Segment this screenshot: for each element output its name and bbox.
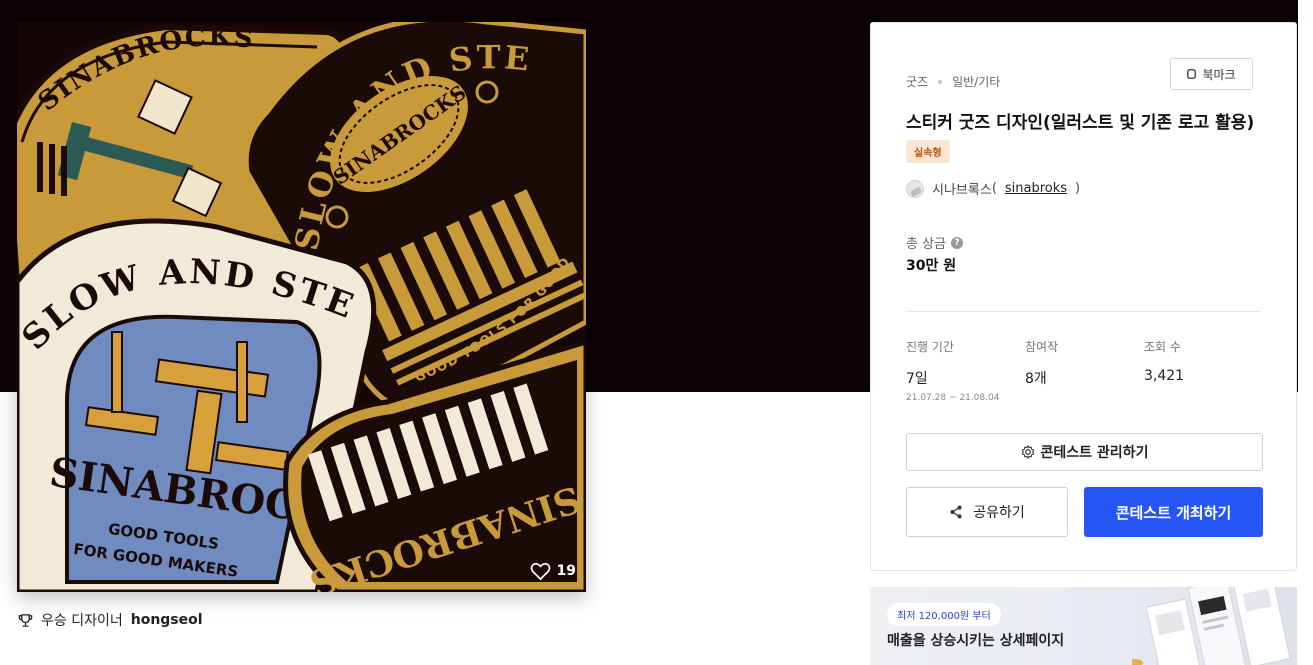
share-label: 공유하기 <box>973 505 1025 521</box>
bookmark-label: 북마크 <box>1202 67 1236 82</box>
heart-icon <box>530 562 550 580</box>
promo-price-pill: 최저 120,000원 부터 <box>887 603 1001 626</box>
share-button[interactable]: 공유하기 <box>906 487 1068 537</box>
stat-value: 3,421 <box>1144 368 1185 384</box>
trophy-icon <box>18 613 33 627</box>
like-button[interactable]: 19 <box>530 562 576 580</box>
stat-views: 조회 수 3,421 <box>1144 338 1184 384</box>
share-icon <box>950 505 962 519</box>
bookmark-button[interactable]: 북마크 <box>1170 58 1253 90</box>
bookmark-icon <box>1187 69 1197 79</box>
promo-banner[interactable]: 최저 120,000원 부터 매출을 상승시키는 상세페이지 <box>870 587 1297 665</box>
host-info: 시나브록스(sinabroks) <box>906 179 1080 198</box>
winner-name[interactable]: hongseol <box>131 612 203 628</box>
stat-date-range: 21.07.28 ~ 21.08.04 <box>906 393 1000 403</box>
stat-value: 7일 <box>906 371 928 387</box>
host-contest-button[interactable]: 콘테스트 개최하기 <box>1084 487 1263 537</box>
detail-page-mockup-image <box>1132 587 1291 665</box>
breadcrumb: 굿즈 일반/기타 <box>906 73 1000 90</box>
plan-badge: 실속형 <box>906 140 950 163</box>
help-icon[interactable]: ? <box>951 236 964 249</box>
sticker-artwork: SINABROCKS SLOW AND STEADY S <box>17 22 586 592</box>
like-count: 19 <box>556 563 576 579</box>
prize-value: 30만 원 <box>906 258 957 274</box>
promo-text: 매출을 상승시키는 상세페이지 <box>887 633 1065 649</box>
winner-line: 우승 디자이너 hongseol <box>18 610 203 630</box>
manage-contest-button[interactable]: 콘테스트 관리하기 <box>906 433 1263 471</box>
stat-label: 참여작 <box>1025 340 1059 354</box>
breadcrumb-separator <box>938 79 943 84</box>
prize-label: 총 상금 ? <box>906 233 964 252</box>
breadcrumb-subcategory[interactable]: 일반/기타 <box>952 73 1000 90</box>
contest-title: 스티커 굿즈 디자인(일러스트 및 기존 로고 활용) <box>906 113 1255 133</box>
gear-icon <box>1021 445 1034 459</box>
host-name: 시나브록스 <box>932 183 992 198</box>
winner-label: 우승 디자이너 <box>41 613 123 629</box>
host-id-link[interactable]: sinabroks <box>1005 181 1067 196</box>
stat-period: 진행 기간 7일 21.07.28 ~ 21.08.04 <box>906 338 999 403</box>
prize-label-text: 총 상금 <box>906 237 947 252</box>
contest-info-panel: 굿즈 일반/기타 북마크 스티커 굿즈 디자인(일러스트 및 기존 로고 활용)… <box>870 22 1297 571</box>
divider <box>906 311 1261 312</box>
stat-value: 8개 <box>1025 371 1047 387</box>
manage-contest-label: 콘테스트 관리하기 <box>1040 445 1149 461</box>
hero-image[interactable]: SINABROCKS SLOW AND STEADY S <box>17 22 586 592</box>
breadcrumb-category[interactable]: 굿즈 <box>906 73 928 90</box>
stat-label: 조회 수 <box>1144 340 1181 354</box>
stat-label: 진행 기간 <box>906 340 954 354</box>
stat-entries: 참여작 8개 <box>1025 338 1058 388</box>
host-avatar[interactable] <box>906 179 924 198</box>
